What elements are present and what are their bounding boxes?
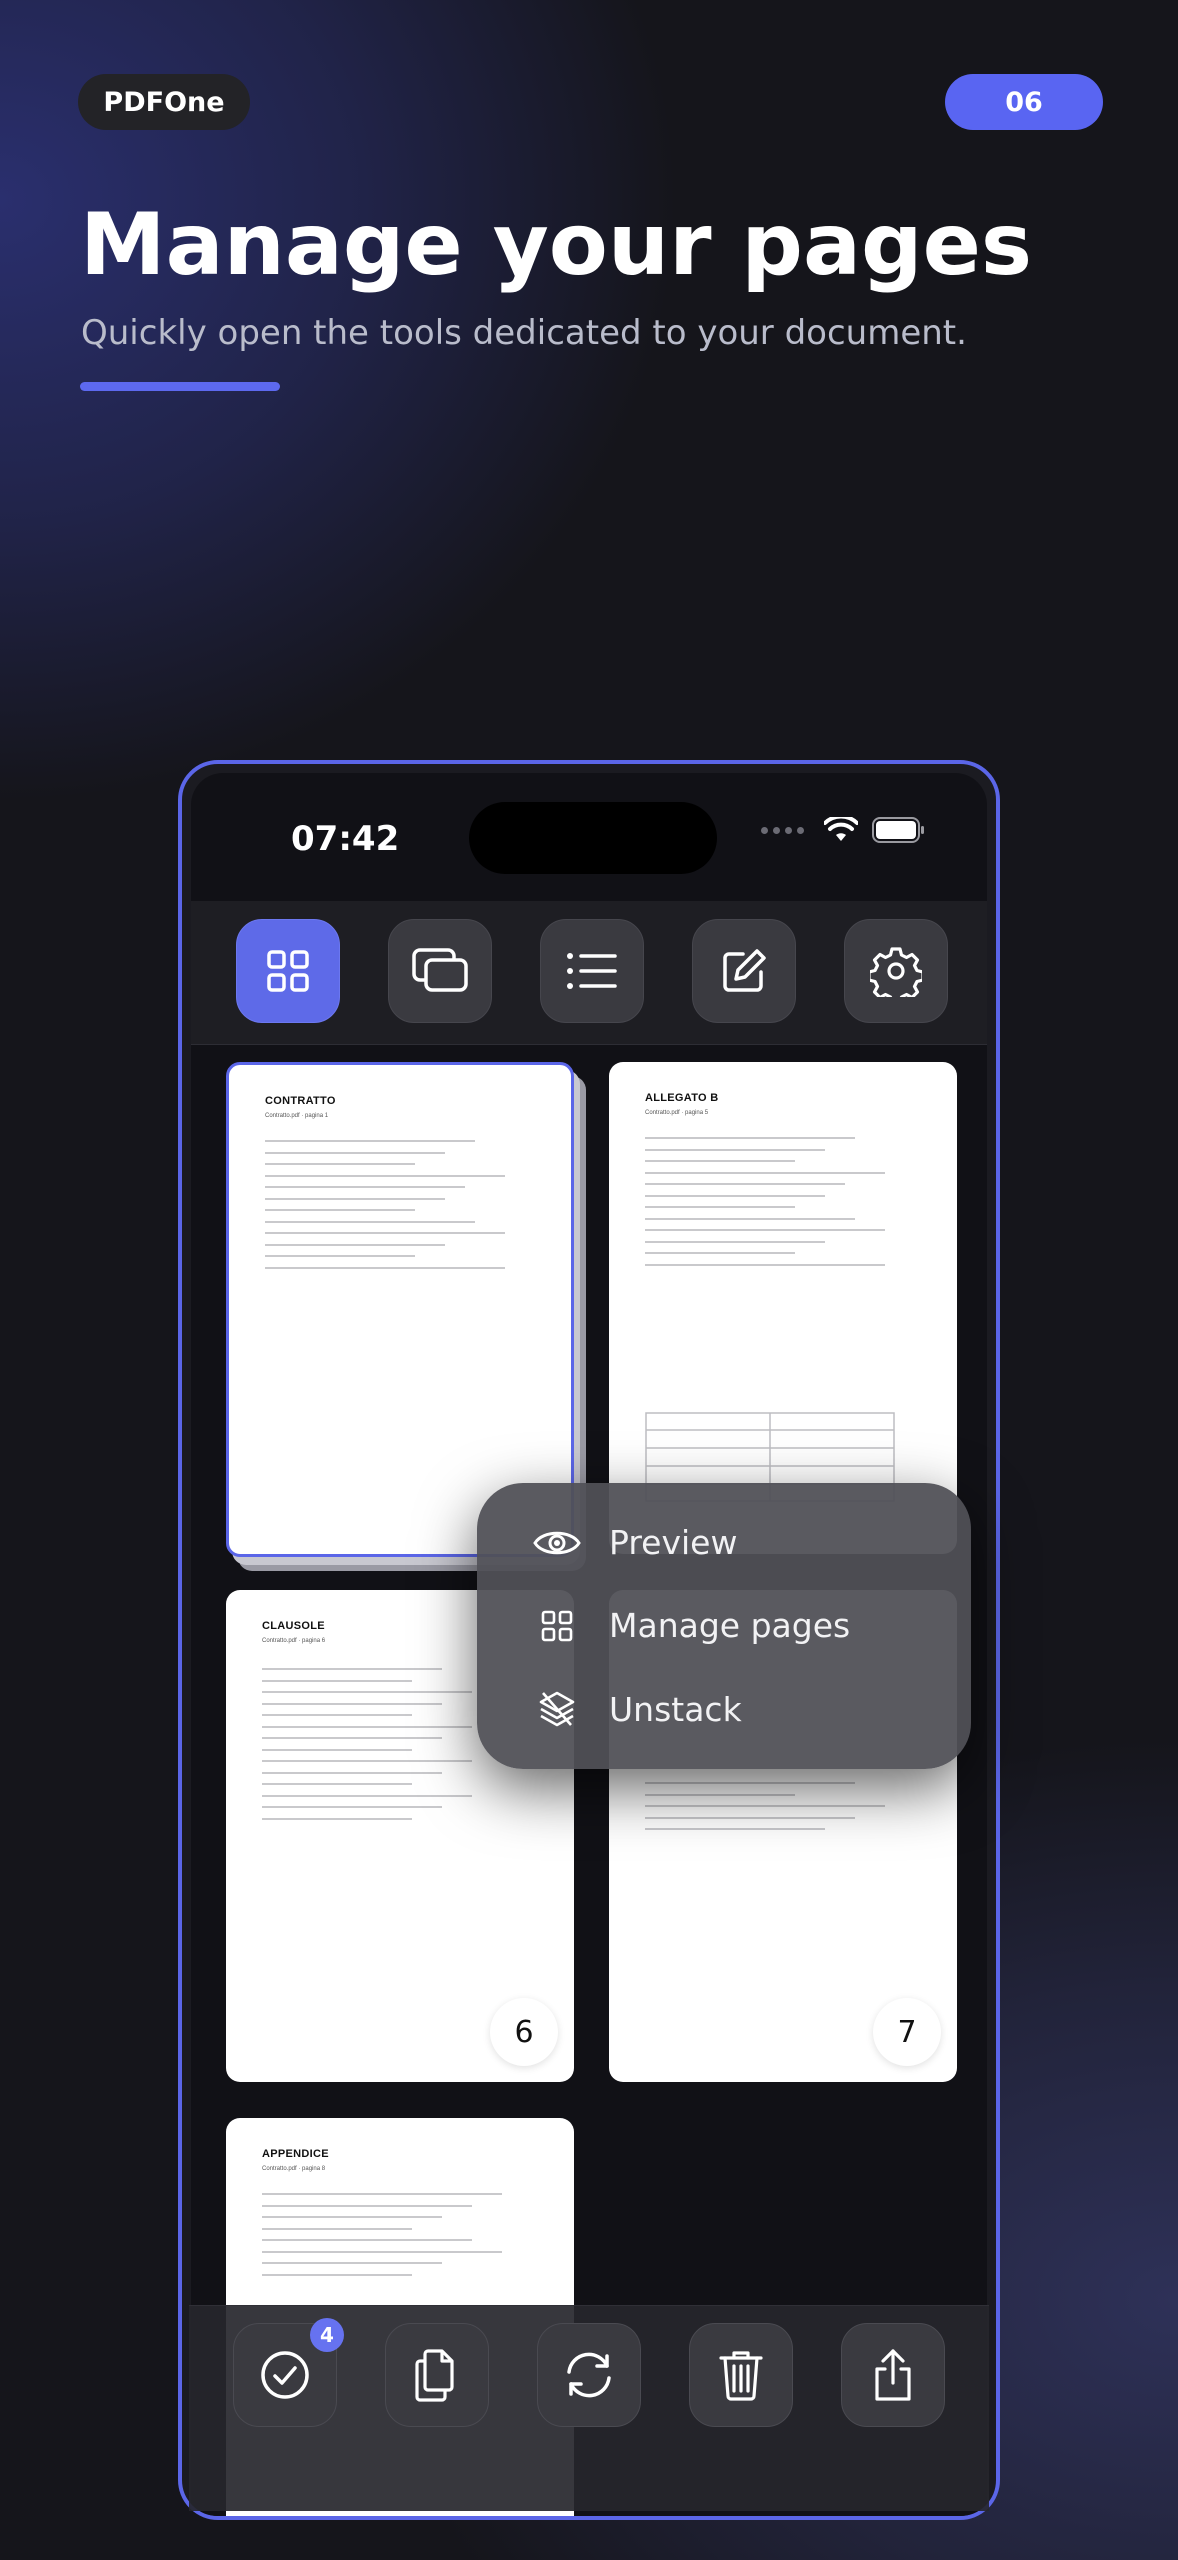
menu-item-preview[interactable]: Preview xyxy=(529,1523,737,1562)
layers-icon xyxy=(539,1691,575,1727)
rotate-icon xyxy=(567,2352,611,2398)
status-time: 07:42 xyxy=(291,819,400,859)
context-menu: Preview Manage pages Unstack xyxy=(477,1483,971,1769)
headline: Manage your pages xyxy=(80,195,1033,295)
menu-item-label: Manage pages xyxy=(609,1606,851,1645)
signal-icon xyxy=(761,826,804,834)
select-button[interactable]: 4 xyxy=(233,2318,344,2427)
dynamic-island xyxy=(469,802,717,874)
grid-icon xyxy=(541,1610,573,1641)
page-number-badge: 6 xyxy=(490,1998,558,2066)
rotate-button[interactable] xyxy=(537,2323,641,2427)
duplicate-button[interactable] xyxy=(385,2323,489,2427)
stack-view-button[interactable] xyxy=(388,919,492,1023)
page-subtitle: Contratto.pdf · pagina 8 xyxy=(262,2166,326,2172)
settings-button[interactable] xyxy=(844,919,948,1023)
page-title: CLAUSOLE xyxy=(262,1620,325,1632)
top-toolbar xyxy=(191,901,987,1045)
eye-icon xyxy=(533,1531,581,1554)
text-lines xyxy=(645,1782,885,1840)
page-thumbnail[interactable]: ALLEGATO B Contratto.pdf · pagina 5 xyxy=(609,1062,957,1554)
subheadline: Quickly open the tools dedicated to your… xyxy=(81,313,967,353)
status-icons xyxy=(761,817,926,843)
text-lines xyxy=(262,1668,472,1829)
page-title: APPENDICE xyxy=(262,2148,329,2160)
stack-icon xyxy=(412,948,468,992)
accent-bar xyxy=(80,382,280,391)
list-icon xyxy=(567,953,617,989)
delete-button[interactable] xyxy=(689,2323,793,2427)
wifi-icon xyxy=(824,817,858,841)
menu-item-unstack[interactable]: Unstack xyxy=(529,1689,742,1729)
trash-icon xyxy=(719,2351,763,2401)
edit-button[interactable] xyxy=(692,919,796,1023)
step-badge: 06 xyxy=(945,74,1103,130)
menu-item-label: Unstack xyxy=(609,1689,742,1729)
page-subtitle: Contratto.pdf · pagina 5 xyxy=(645,1110,709,1116)
grid-icon xyxy=(267,950,309,992)
edit-icon xyxy=(723,949,766,992)
settings-icon xyxy=(870,947,922,997)
share-icon xyxy=(875,2349,911,2401)
duplicate-icon xyxy=(415,2349,454,2402)
menu-item-label: Preview xyxy=(609,1523,738,1562)
share-button[interactable] xyxy=(841,2323,945,2427)
page-subtitle: Contratto.pdf · pagina 6 xyxy=(262,1638,326,1644)
brand-badge: PDFOne xyxy=(78,74,250,130)
selection-count-badge: 4 xyxy=(310,2318,344,2352)
battery-icon xyxy=(872,817,924,843)
checkmark-icon xyxy=(261,2351,309,2399)
text-lines xyxy=(645,1137,885,1275)
list-view-button[interactable] xyxy=(540,919,644,1023)
text-lines xyxy=(262,2193,502,2285)
bottom-toolbar: 4 xyxy=(189,2305,989,2511)
text-lines xyxy=(265,1140,505,1278)
page-subtitle: Contratto.pdf · pagina 1 xyxy=(265,1113,329,1119)
page-title: CONTRATTO xyxy=(265,1095,336,1107)
grid-view-button[interactable] xyxy=(236,919,340,1023)
page-title: ALLEGATO B xyxy=(645,1092,719,1104)
page-number-badge: 7 xyxy=(873,1998,941,2066)
menu-item-manage-pages[interactable]: Manage pages xyxy=(529,1606,850,1645)
